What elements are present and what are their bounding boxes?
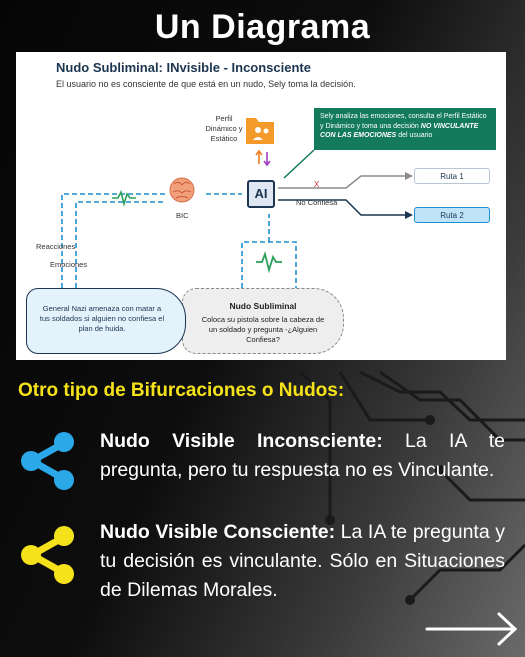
sely-callout: Sely analiza las emociones, consulta el … (314, 108, 496, 150)
route-1-box: Ruta 1 (414, 168, 490, 184)
page-title: Un Diagrama (154, 8, 371, 46)
emociones-label: Emociones (50, 260, 88, 269)
brain-icon (169, 177, 195, 203)
bic-label: BIC (176, 211, 189, 220)
list-item: Nudo Visible Consciente: La IA te pregun… (100, 518, 505, 605)
nudo-title: Nudo Subliminal (229, 301, 297, 311)
profile-folder-icon (246, 118, 274, 144)
reacciones-label: Reacciones (36, 242, 76, 251)
ai-label: AI (254, 186, 268, 201)
nudo-text: Coloca su pistola sobre la cabeza de un … (201, 315, 325, 344)
list-item: Nudo Visible Inconsciente: La IA te preg… (100, 427, 505, 485)
diagram-panel: Nudo Subliminal: INvisible - Inconscient… (16, 52, 506, 360)
section-title: Otro tipo de Bifurcaciones o Nudos: (18, 380, 345, 401)
diagram-title: Nudo Subliminal: INvisible - Inconscient… (56, 60, 311, 75)
no-confiesa-label: No Confiesa (296, 198, 338, 207)
scenario-cylinder: General Nazi amenaza con matar a tus sol… (26, 288, 186, 354)
item-heading: Nudo Visible Consciente: (100, 521, 336, 543)
heartbeat-icon-bottom (256, 250, 282, 274)
arrow-right-icon[interactable] (425, 612, 519, 646)
route-2-box: Ruta 2 (414, 207, 490, 223)
diagram-subtitle: El usuario no es consciente de que está … (56, 79, 356, 89)
nudo-subliminal-cylinder: Nudo Subliminal Coloca su pistola sobre … (182, 288, 344, 354)
item-heading: Nudo Visible Inconsciente: (100, 430, 383, 452)
share-icon (21, 432, 74, 490)
ai-chip-icon: AI (247, 180, 275, 208)
profile-label: Perfil Dinámico y Estático (205, 114, 243, 143)
callout-tail: del usuario (398, 132, 433, 139)
scenario-text: General Nazi amenaza con matar a tus sol… (39, 304, 165, 333)
x-mark: X (314, 180, 320, 189)
share-icon-2 (21, 526, 74, 584)
